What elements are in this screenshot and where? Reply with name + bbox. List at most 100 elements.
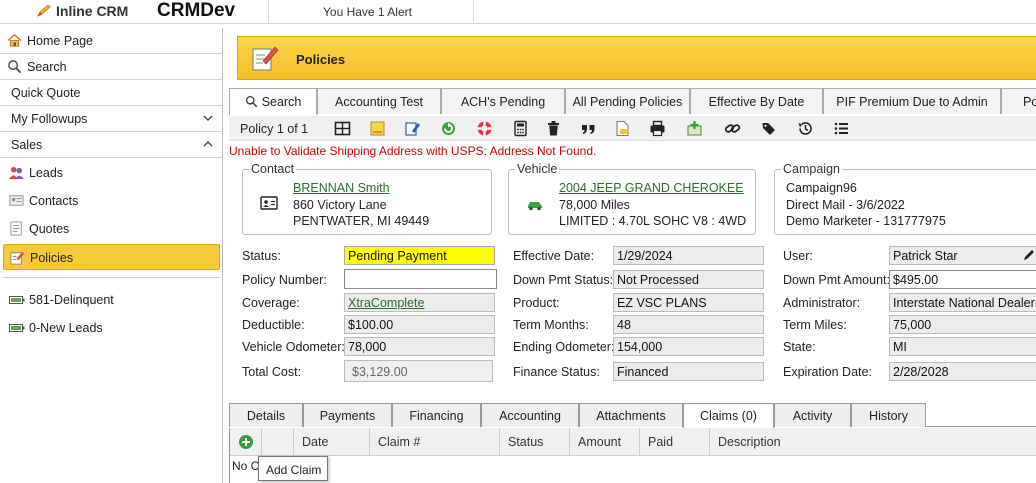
calculator-icon[interactable] [512, 120, 529, 137]
user-value: Patrick Star [889, 246, 1036, 265]
sidebar-item-label: Search [27, 60, 67, 74]
grid-spacer [261, 428, 293, 456]
sidebar-item-quick-quote[interactable]: Quick Quote [0, 80, 222, 106]
tab-claims[interactable]: Claims (0) [683, 403, 774, 428]
tab-activity[interactable]: Activity [774, 403, 851, 427]
column-header-paid[interactable]: Paid [639, 428, 709, 456]
tab-pif-premium[interactable]: PIF Premium Due to Admin [823, 88, 1001, 114]
id-card-icon [260, 196, 278, 210]
add-record-icon[interactable] [686, 120, 703, 137]
column-header-description[interactable]: Description [709, 428, 1036, 456]
sidebar-item-sales[interactable]: Sales [0, 132, 222, 158]
pencil-icon[interactable] [1022, 248, 1036, 262]
sidebar-item-label: Quick Quote [11, 86, 81, 100]
tab-details[interactable]: Details [229, 403, 303, 427]
tags-icon[interactable] [761, 120, 778, 137]
tab-achs-pending[interactable]: ACH's Pending [441, 88, 565, 114]
term-months-label: Term Months: [513, 318, 589, 332]
deductible-label: Deductible: [242, 318, 305, 332]
vehicle-odometer-value: 78,000 [344, 337, 495, 356]
alert-link[interactable]: You Have 1 Alert [323, 5, 412, 19]
pencil-logo-icon [37, 4, 51, 17]
column-header-amount[interactable]: Amount [569, 428, 639, 456]
contact-panel: Contact BRENNAN Smith 860 Victory Lane P… [242, 162, 492, 235]
brand-name[interactable]: Inline CRM [56, 3, 128, 19]
battery-icon [9, 324, 25, 332]
campaign-legend: Campaign [781, 162, 842, 176]
tab-accounting[interactable]: Accounting [481, 403, 579, 427]
chevron-up-icon[interactable] [203, 139, 213, 149]
down-pmt-amount-label: Down Pmt Amount: [783, 273, 890, 287]
address-error-message: Unable to Validate Shipping Address with… [229, 144, 597, 158]
document-icon [10, 221, 22, 236]
tab-label: Claims (0) [700, 409, 757, 423]
coverage-link[interactable]: XtraComplete [344, 293, 495, 312]
car-icon [528, 202, 542, 211]
lifebuoy-icon[interactable] [476, 120, 493, 137]
sidebar-item-contacts[interactable]: Contacts [3, 188, 220, 214]
tab-search[interactable]: Search [229, 88, 317, 115]
tab-label: Payments [319, 409, 376, 423]
total-cost-label: Total Cost: [242, 365, 302, 379]
policy-icon [10, 251, 25, 265]
tab-attachments[interactable]: Attachments [579, 403, 683, 427]
history-icon[interactable] [797, 120, 814, 137]
sidebar-item-label: Policies [30, 251, 74, 265]
tab-overflow[interactable]: Po [1001, 88, 1036, 114]
sidebar-item-label: Home Page [27, 34, 94, 48]
column-header-claim-number[interactable]: Claim # [369, 428, 499, 456]
refresh-icon[interactable] [440, 120, 457, 137]
tab-label: History [869, 409, 908, 423]
tab-accounting-test[interactable]: Accounting Test [317, 88, 441, 114]
sidebar-item-search[interactable]: Search [0, 54, 222, 80]
tab-label: Accounting [499, 409, 561, 423]
quote-icon[interactable] [580, 120, 597, 137]
chevron-down-icon[interactable] [203, 113, 213, 123]
tab-payments[interactable]: Payments [303, 403, 392, 427]
search-icon [245, 95, 257, 108]
home-icon [7, 33, 22, 47]
contact-legend: Contact [249, 162, 297, 176]
sidebar-item-my-followups[interactable]: My Followups [0, 106, 222, 132]
column-header-status[interactable]: Status [499, 428, 569, 456]
tab-label: PIF Premium Due to Admin [836, 95, 988, 109]
add-claim-icon[interactable] [238, 434, 254, 450]
edit-icon[interactable] [404, 120, 421, 137]
vehicle-trim: LIMITED : 4.70L SOHC V8 : 4WD [559, 214, 747, 228]
divider [268, 0, 269, 24]
sidebar-item-label: Leads [29, 166, 64, 180]
record-toolbar: Policy 1 of 1 [229, 116, 1036, 141]
term-miles-label: Term Miles: [783, 318, 847, 332]
print-icon[interactable] [649, 120, 666, 137]
page-title: Policies [296, 52, 346, 67]
vehicle-name-link[interactable]: 2004 JEEP GRAND CHEROKEE [559, 181, 744, 195]
column-header-date[interactable]: Date [293, 428, 369, 456]
down-pmt-amount-input[interactable]: $495.00 [889, 270, 1036, 289]
saved-search-new-leads[interactable]: 0-New Leads [0, 317, 222, 339]
user-label: User: [783, 249, 813, 263]
product-value: EZ VSC PLANS [613, 293, 764, 312]
note-icon[interactable] [369, 120, 386, 137]
list-icon[interactable] [833, 120, 850, 137]
grid-view-icon[interactable] [334, 120, 351, 137]
document-export-icon[interactable] [614, 120, 631, 137]
tab-history[interactable]: History [851, 403, 926, 427]
tab-label: Search [261, 95, 302, 109]
sidebar-item-quotes[interactable]: Quotes [3, 216, 220, 242]
sidebar-item-label: Quotes [29, 222, 70, 236]
sidebar-item-home[interactable]: Home Page [0, 28, 222, 54]
down-pmt-status-label: Down Pmt Status: [513, 273, 614, 287]
sidebar-item-policies[interactable]: Policies [3, 244, 220, 270]
tab-financing[interactable]: Financing [392, 403, 481, 427]
tab-all-pending-policies[interactable]: All Pending Policies [565, 88, 690, 114]
trash-icon[interactable] [545, 120, 562, 137]
link-icon[interactable] [724, 120, 741, 137]
contact-name-link[interactable]: BRENNAN Smith [293, 181, 390, 195]
ending-odometer-value: 154,000 [613, 337, 764, 356]
vehicle-panel: Vehicle 2004 JEEP GRAND CHEROKEE 78,000 … [508, 162, 756, 235]
tab-effective-by-date[interactable]: Effective By Date [690, 88, 823, 114]
vehicle-legend: Vehicle [515, 162, 560, 176]
saved-search-581-delinquent[interactable]: 581-Delinquent [0, 289, 222, 311]
policy-number-input[interactable] [344, 269, 497, 289]
sidebar-item-leads[interactable]: Leads [3, 160, 220, 186]
